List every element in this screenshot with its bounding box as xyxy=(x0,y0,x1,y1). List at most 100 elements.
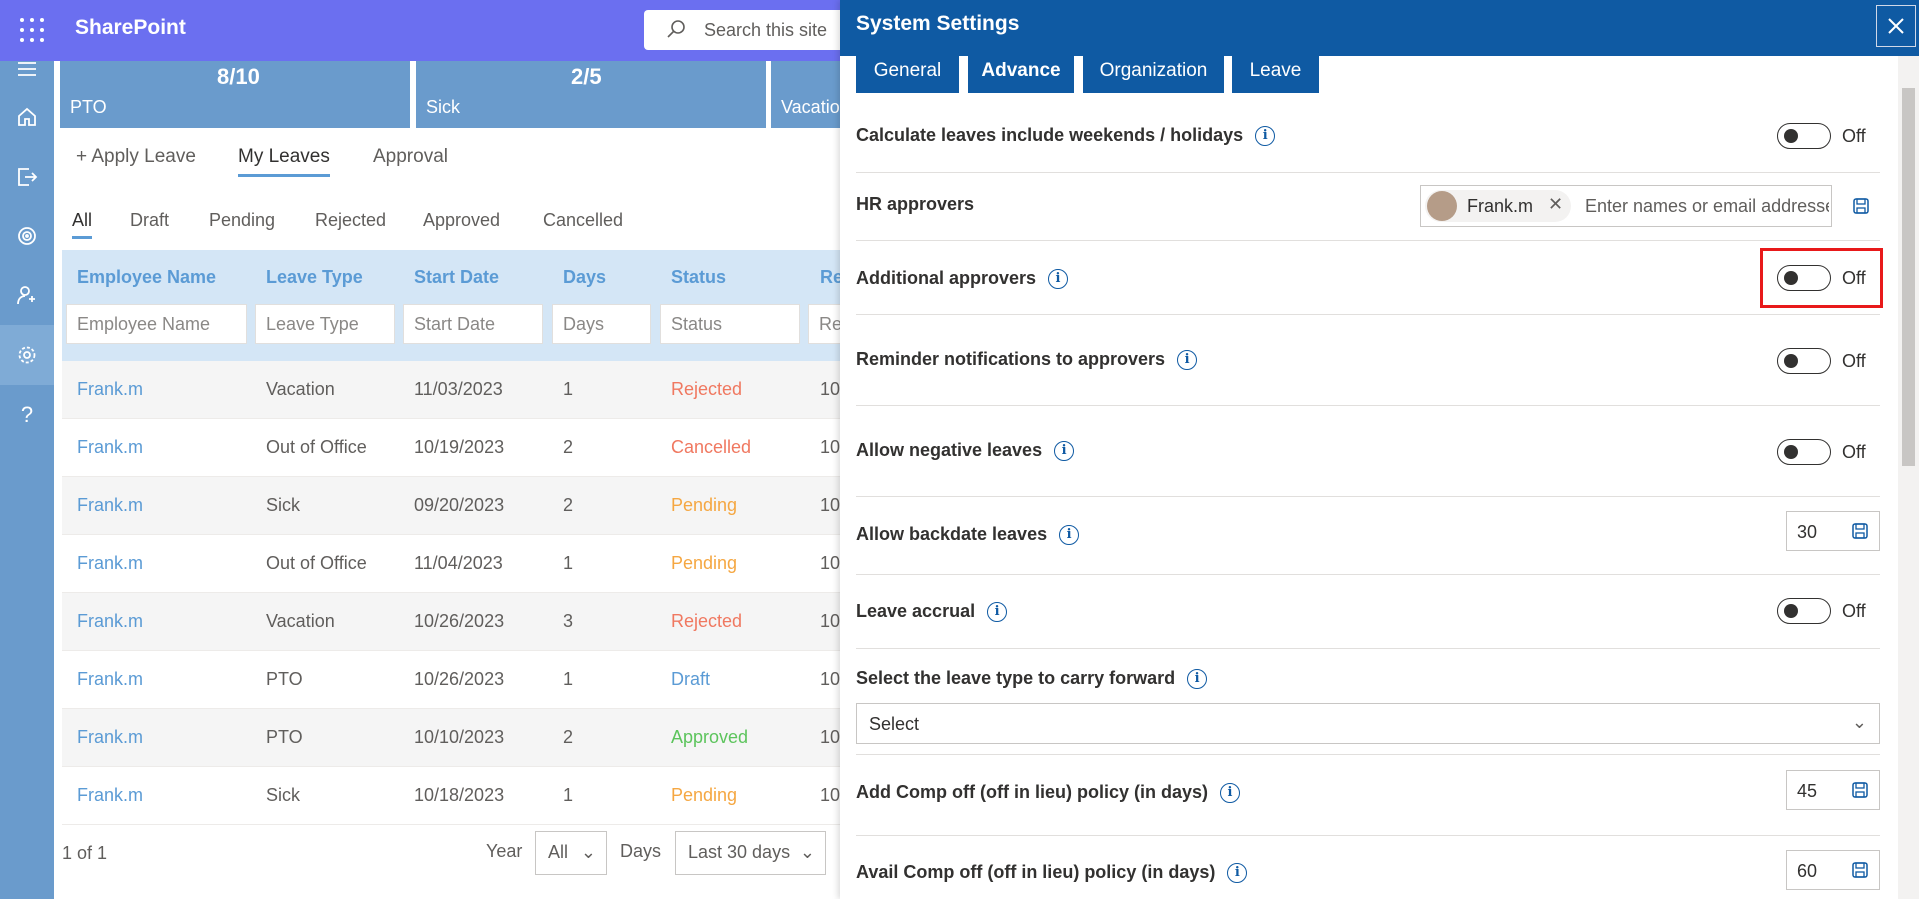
save-icon[interactable] xyxy=(1851,781,1869,799)
setting-negative-row: Allow negative leaves i Off xyxy=(856,406,1880,497)
menu-icon[interactable] xyxy=(0,59,54,79)
save-icon[interactable] xyxy=(1851,522,1869,540)
cell-employee-name[interactable]: Frank.m xyxy=(77,495,143,516)
panel-header: System Settings xyxy=(840,0,1919,56)
cell-status: Pending xyxy=(671,495,738,515)
search-input[interactable]: Search this site xyxy=(704,20,827,41)
filter-days[interactable]: Days xyxy=(552,304,651,344)
negative-toggle[interactable] xyxy=(1777,439,1831,465)
accrual-toggle[interactable] xyxy=(1777,598,1831,624)
tab-advance[interactable]: Advance xyxy=(968,55,1074,93)
table-row[interactable]: Frank.m Vacation 11/03/2023 1 Rejected 10 xyxy=(62,361,844,419)
cell-leave-type: PTO xyxy=(266,669,303,689)
filter-extra[interactable]: Re xyxy=(808,304,844,344)
cell-start-date: 09/20/2023 xyxy=(414,495,505,515)
remove-person-icon[interactable]: ✕ xyxy=(1548,194,1563,215)
tab-cancelled[interactable]: Cancelled xyxy=(543,210,623,231)
tab-leave[interactable]: Leave xyxy=(1232,55,1319,93)
cell-employee-name[interactable]: Frank.m xyxy=(77,553,143,574)
cell-employee-name[interactable]: Frank.m xyxy=(77,727,143,748)
tab-all[interactable]: All xyxy=(72,210,93,239)
people-search-input[interactable]: Enter names or email addresses xyxy=(1585,196,1829,217)
tab-label: Apply Leave xyxy=(91,146,196,167)
save-icon[interactable] xyxy=(1852,197,1870,215)
info-icon[interactable]: i xyxy=(1054,441,1075,462)
chevron-down-icon: ⌄ xyxy=(1851,712,1867,732)
cell-leave-type: Out of Office xyxy=(266,553,367,573)
tab-rejected[interactable]: Rejected xyxy=(315,210,386,231)
backdate-days-input[interactable]: 30 xyxy=(1786,511,1880,551)
header-start-date[interactable]: Start Date xyxy=(414,267,499,288)
info-icon[interactable]: i xyxy=(1177,350,1198,371)
table-row[interactable]: Frank.m Sick 09/20/2023 2 Pending 10 xyxy=(62,477,844,535)
table-row[interactable]: Frank.m Out of Office 11/04/2023 1 Pending 10 xyxy=(62,535,844,593)
info-icon[interactable]: i xyxy=(1255,126,1276,147)
table-row[interactable]: Frank.m PTO 10/10/2023 2 Approved 10 xyxy=(62,709,844,767)
info-icon[interactable]: i xyxy=(1059,525,1080,546)
cell-employee-name[interactable]: Frank.m xyxy=(77,379,143,400)
panel-scrollbar[interactable] xyxy=(1898,56,1919,899)
tab-draft[interactable]: Draft xyxy=(130,210,169,231)
cell-leave-type: Sick xyxy=(266,785,301,805)
help-icon[interactable]: ? xyxy=(0,395,54,435)
filter-start-date[interactable]: Start Date xyxy=(403,304,543,344)
table-row[interactable]: Frank.m Out of Office 10/19/2023 2 Cancelled… xyxy=(62,419,844,477)
cell-start-date: 10/26/2023 xyxy=(414,669,505,689)
year-dropdown[interactable]: All ⌄ xyxy=(535,831,607,875)
carry-forward-select[interactable]: Select ⌄ xyxy=(856,703,1880,744)
compoff-add-input[interactable]: 45 xyxy=(1786,770,1880,810)
info-icon[interactable]: i xyxy=(987,602,1008,623)
tab-apply-leave[interactable]: + Apply Leave xyxy=(76,146,196,168)
cell-days: 3 xyxy=(563,611,574,631)
toggle-knob xyxy=(1784,129,1798,143)
scrollbar-thumb[interactable] xyxy=(1902,88,1915,466)
tab-approval[interactable]: Approval xyxy=(373,146,448,168)
tab-approved[interactable]: Approved xyxy=(423,210,500,231)
header-employee-name[interactable]: Employee Name xyxy=(77,267,216,288)
save-icon[interactable] xyxy=(1851,861,1869,879)
info-icon[interactable]: i xyxy=(1219,783,1240,804)
info-icon[interactable]: i xyxy=(1048,269,1069,290)
filter-status[interactable]: Status xyxy=(660,304,800,344)
grid-header: Employee Name Leave Type Start Date Days… xyxy=(62,250,844,361)
cell-employee-name[interactable]: Frank.m xyxy=(77,611,143,632)
vacation-balance-tile: Vacatio xyxy=(771,61,844,128)
cell-employee-name[interactable]: Frank.m xyxy=(77,785,143,806)
table-row[interactable]: Frank.m Vacation 10/26/2023 3 Rejected 10 xyxy=(62,593,844,651)
tab-pending[interactable]: Pending xyxy=(209,210,275,231)
search-box[interactable]: Search this site xyxy=(644,10,844,50)
filter-leave-type[interactable]: Leave Type xyxy=(255,304,395,344)
filter-employee-name[interactable]: Employee Name xyxy=(66,304,247,344)
compoff-avail-input[interactable]: 60 xyxy=(1786,850,1880,890)
header-leave-type[interactable]: Leave Type xyxy=(266,267,363,288)
settings-icon[interactable] xyxy=(0,325,54,385)
cell-employee-name[interactable]: Frank.m xyxy=(77,669,143,690)
main-content: 8/10 PTO 2/5 Sick Vacatio + Apply Leave … xyxy=(54,61,844,899)
table-row[interactable]: Frank.m PTO 10/26/2023 1 Draft 10 xyxy=(62,651,844,709)
brand-name[interactable]: SharePoint xyxy=(75,16,186,40)
info-icon[interactable]: i xyxy=(1227,863,1248,884)
cell-employee-name[interactable]: Frank.m xyxy=(77,437,143,458)
table-row[interactable]: Frank.m Sick 10/18/2023 1 Pending 10 xyxy=(62,767,844,825)
tab-general[interactable]: General xyxy=(856,55,959,93)
app-launcher-icon[interactable] xyxy=(20,18,44,42)
people-picker[interactable]: Frank.m ✕ Enter names or email addresses xyxy=(1420,185,1832,227)
weekends-toggle[interactable] xyxy=(1777,123,1831,149)
input-value: 60 xyxy=(1797,861,1818,881)
days-dropdown[interactable]: Last 30 days ⌄ xyxy=(675,831,826,875)
reminder-toggle[interactable] xyxy=(1777,348,1831,374)
close-button[interactable] xyxy=(1876,5,1916,47)
home-icon[interactable] xyxy=(0,97,54,137)
setting-label: Select the leave type to carry forward i xyxy=(856,668,1208,690)
setting-label: Allow backdate leaves i xyxy=(856,524,1080,546)
header-status[interactable]: Status xyxy=(671,267,726,288)
toggle-state: Off xyxy=(1842,351,1866,371)
header-days[interactable]: Days xyxy=(563,267,606,288)
user-settings-icon[interactable] xyxy=(0,275,54,315)
tab-organization[interactable]: Organization xyxy=(1083,55,1224,93)
dropdown-value: All xyxy=(548,842,569,862)
globe-icon[interactable] xyxy=(0,216,54,256)
tab-my-leaves[interactable]: My Leaves xyxy=(238,146,330,177)
sign-out-icon[interactable] xyxy=(0,157,54,197)
info-icon[interactable]: i xyxy=(1187,669,1208,690)
